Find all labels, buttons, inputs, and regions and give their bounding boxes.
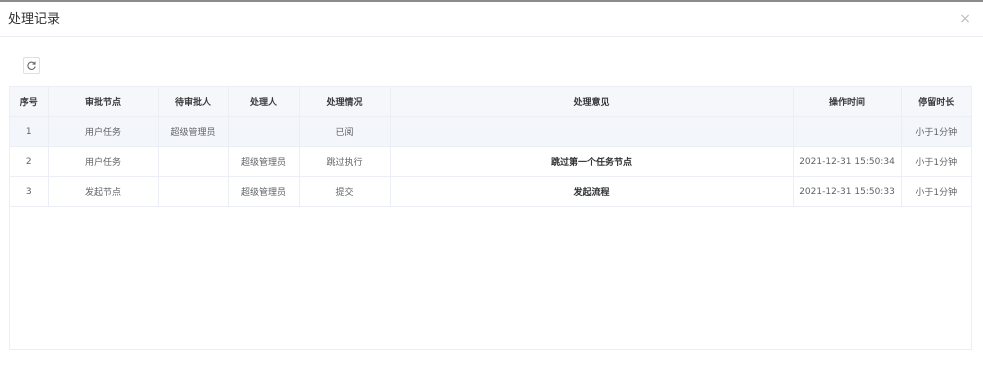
cell-time: [793, 116, 902, 147]
cell-index: 3: [10, 176, 49, 207]
refresh-icon: [27, 61, 36, 70]
cell-duration: 小于1分钟: [901, 146, 971, 177]
cell-pending: [158, 176, 229, 207]
cell-pending: 超级管理员: [158, 116, 229, 147]
close-icon[interactable]: ×: [959, 12, 971, 26]
dialog-title: 处理记录: [8, 12, 61, 27]
cell-status: 已阅: [299, 116, 391, 147]
col-node-header[interactable]: 审批节点: [48, 87, 159, 117]
cell-duration: 小于1分钟: [901, 176, 971, 207]
table-row[interactable]: 3 发起节点 超级管理员 提交 发起流程 2021-12-31 15:50:33…: [10, 176, 971, 207]
records-table: 序号 审批节点 待审批人 处理人 处理情况 处理意见 操作时间 停留时长 1 用…: [9, 86, 972, 350]
col-duration-header[interactable]: 停留时长: [901, 87, 971, 117]
cell-handler: [228, 116, 300, 147]
cell-duration: 小于1分钟: [901, 116, 971, 147]
cell-node: 发起节点: [48, 176, 159, 207]
col-status-header[interactable]: 处理情况: [299, 87, 391, 117]
col-handler-header[interactable]: 处理人: [228, 87, 300, 117]
cell-opinion: 发起流程: [390, 176, 794, 207]
table-row[interactable]: 2 用户任务 超级管理员 跳过执行 跳过第一个任务节点 2021-12-31 1…: [10, 146, 971, 177]
dialog-header: 处理记录 ×: [0, 2, 983, 37]
table-row[interactable]: 1 用户任务 超级管理员 已阅 小于1分钟: [10, 116, 971, 147]
col-pending-header[interactable]: 待审批人: [158, 87, 229, 117]
cell-handler: 超级管理员: [228, 146, 300, 177]
cell-index: 2: [10, 146, 49, 177]
col-opinion-header[interactable]: 处理意见: [390, 87, 794, 117]
cell-node: 用户任务: [48, 116, 159, 147]
cell-time: 2021-12-31 15:50:33: [793, 176, 902, 207]
cell-handler: 超级管理员: [228, 176, 300, 207]
cell-status: 提交: [299, 176, 391, 207]
col-index-header[interactable]: 序号: [10, 87, 49, 117]
cell-pending: [158, 146, 229, 177]
cell-opinion: [390, 116, 794, 147]
cell-opinion: 跳过第一个任务节点: [390, 146, 794, 177]
cell-status: 跳过执行: [299, 146, 391, 177]
cell-index: 1: [10, 116, 49, 147]
table-header-row: 序号 审批节点 待审批人 处理人 处理情况 处理意见 操作时间 停留时长: [10, 87, 971, 117]
refresh-button[interactable]: [23, 57, 40, 74]
cell-time: 2021-12-31 15:50:34: [793, 146, 902, 177]
col-time-header[interactable]: 操作时间: [793, 87, 902, 117]
cell-node: 用户任务: [48, 146, 159, 177]
